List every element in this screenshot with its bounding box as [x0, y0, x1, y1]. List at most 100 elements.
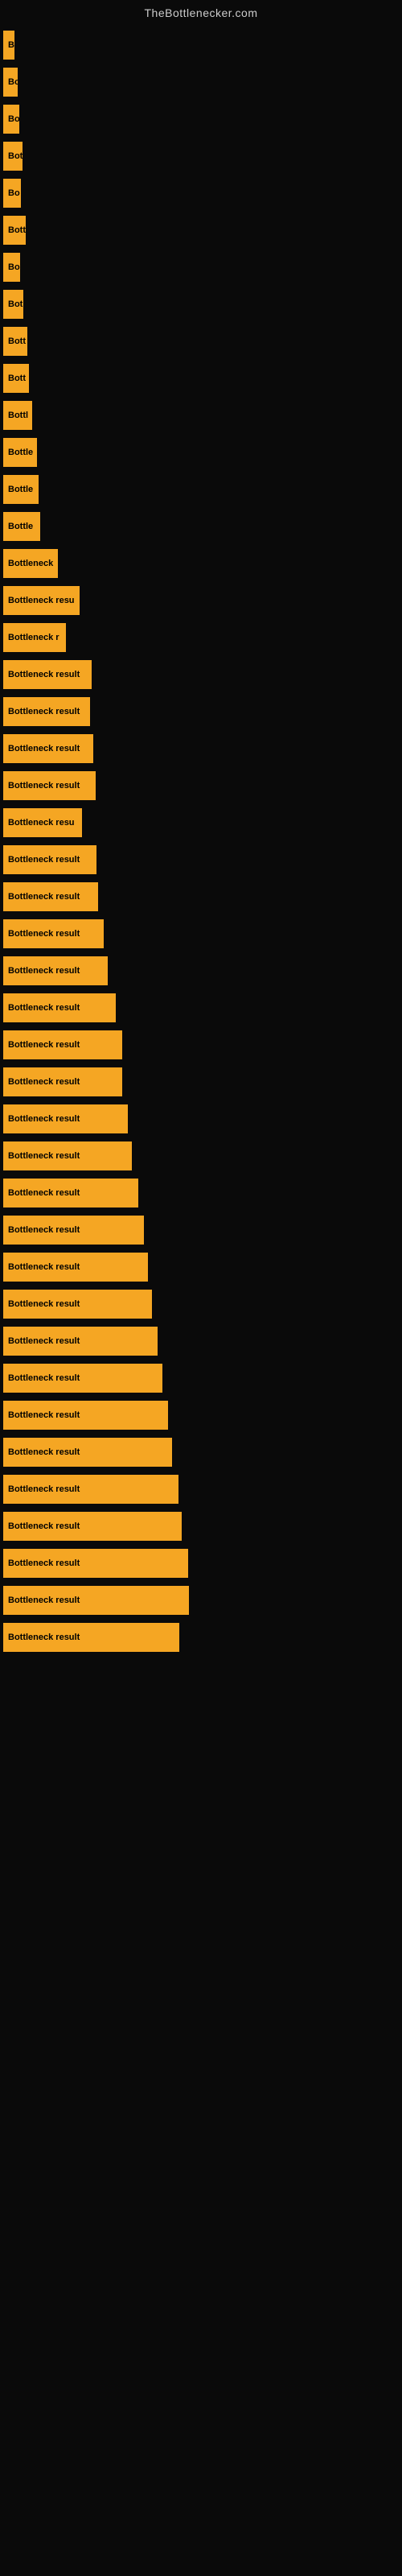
bar-row: Bo: [3, 179, 402, 208]
bar-label: Bottleneck result: [6, 1447, 81, 1457]
bar-label: Bottleneck result: [6, 855, 81, 865]
bar-row: Bottleneck result: [3, 956, 402, 985]
bar-item: Bottleneck result: [3, 1586, 189, 1615]
bar-item: Bottleneck result: [3, 993, 116, 1022]
bar-row: Bo: [3, 105, 402, 134]
bar-item: Bottleneck result: [3, 1475, 178, 1504]
bar-row: Bottleneck resu: [3, 586, 402, 615]
bar-row: Bot: [3, 290, 402, 319]
bar-row: Bottleneck result: [3, 1216, 402, 1245]
bar-item: Bottleneck result: [3, 919, 104, 948]
bar-row: B: [3, 31, 402, 60]
bar-item: Bottleneck result: [3, 697, 90, 726]
bar-row: Bottleneck result: [3, 1141, 402, 1170]
bar-label: Bottleneck r: [6, 633, 61, 642]
bar-item: Bott: [3, 327, 27, 356]
bar-item: Bottleneck result: [3, 771, 96, 800]
bar-label: Bottleneck result: [6, 781, 81, 791]
bar-label: Bottleneck result: [6, 929, 81, 939]
bar-item: Bottleneck result: [3, 956, 108, 985]
bar-label: Bot: [6, 151, 23, 161]
bar-item: Bottle: [3, 438, 37, 467]
site-title: TheBottlenecker.com: [0, 0, 402, 23]
bar-label: Bott: [6, 225, 26, 235]
bar-row: Bottleneck result: [3, 993, 402, 1022]
bar-item: Bottleneck r: [3, 623, 66, 652]
bar-label: Bottl: [6, 411, 30, 420]
bar-label: Bottle: [6, 448, 35, 457]
bar-label: Bottleneck result: [6, 1003, 81, 1013]
bar-label: B: [6, 40, 14, 50]
bar-item: Bottleneck result: [3, 1216, 144, 1245]
bar-row: Bott: [3, 327, 402, 356]
bar-label: Bottleneck: [6, 559, 55, 568]
bar-item: Bottleneck result: [3, 1253, 148, 1282]
bar-row: Bottleneck result: [3, 1253, 402, 1282]
bar-label: Bottleneck result: [6, 1484, 81, 1494]
bar-label: Bottle: [6, 522, 35, 531]
bar-item: Bottle: [3, 475, 39, 504]
bar-item: Bottl: [3, 401, 32, 430]
bar-label: Bottleneck result: [6, 1040, 81, 1050]
bar-row: Bottleneck result: [3, 1401, 402, 1430]
bar-item: Bo: [3, 68, 18, 97]
bar-label: Bottleneck result: [6, 1299, 81, 1309]
bar-label: Bottleneck result: [6, 966, 81, 976]
bar-label: Bo: [6, 188, 21, 198]
bar-label: Bottleneck result: [6, 1521, 81, 1531]
bar-row: Bottleneck result: [3, 734, 402, 763]
bar-label: Bottleneck result: [6, 1596, 81, 1605]
bar-row: Bottleneck result: [3, 845, 402, 874]
bar-row: Bottleneck result: [3, 1364, 402, 1393]
bar-label: Bottleneck result: [6, 1373, 81, 1383]
bar-row: Bottleneck result: [3, 1327, 402, 1356]
bar-row: Bottleneck result: [3, 1623, 402, 1652]
bar-label: Bottleneck result: [6, 892, 81, 902]
bar-row: Bott: [3, 216, 402, 245]
bar-label: Bottleneck result: [6, 1151, 81, 1161]
bar-row: Bo: [3, 68, 402, 97]
bar-item: Bottleneck result: [3, 1290, 152, 1319]
bar-row: Bottleneck: [3, 549, 402, 578]
bar-item: Bo: [3, 253, 20, 282]
bar-row: Bottle: [3, 475, 402, 504]
bar-label: Bottleneck result: [6, 1188, 81, 1198]
bar-label: Bottleneck result: [6, 707, 81, 716]
bar-label: Bottleneck resu: [6, 596, 76, 605]
bar-row: Bot: [3, 142, 402, 171]
bar-item: Bottleneck result: [3, 1327, 158, 1356]
bar-item: Bottleneck result: [3, 1549, 188, 1578]
bar-row: Bottleneck result: [3, 1549, 402, 1578]
bar-label: Bottleneck result: [6, 1558, 81, 1568]
bar-item: Bottleneck result: [3, 1623, 179, 1652]
bar-row: Bottleneck result: [3, 1030, 402, 1059]
bar-label: Bottleneck result: [6, 1633, 81, 1642]
bar-item: Bo: [3, 179, 21, 208]
bar-item: Bottleneck result: [3, 660, 92, 689]
bar-item: Bottleneck result: [3, 1104, 128, 1133]
bar-label: Bottleneck result: [6, 1336, 81, 1346]
bar-row: Bottleneck result: [3, 1179, 402, 1208]
bar-row: Bottleneck result: [3, 919, 402, 948]
bar-label: Bottleneck result: [6, 1262, 81, 1272]
bar-item: Bottleneck result: [3, 1067, 122, 1096]
bar-item: Bo: [3, 105, 19, 134]
bar-item: Bott: [3, 364, 29, 393]
bar-label: Bottleneck result: [6, 1114, 81, 1124]
bar-label: Bott: [6, 336, 27, 346]
bar-item: Bot: [3, 142, 23, 171]
bar-label: Bottleneck result: [6, 670, 81, 679]
bar-item: Bottleneck result: [3, 1364, 162, 1393]
bar-item: Bottleneck result: [3, 1141, 132, 1170]
bar-label: Bo: [6, 77, 18, 87]
bar-label: Bott: [6, 374, 27, 383]
bar-row: Bottleneck result: [3, 882, 402, 911]
bar-row: Bottleneck result: [3, 771, 402, 800]
bar-row: Bottleneck result: [3, 1104, 402, 1133]
bar-item: Bottleneck result: [3, 882, 98, 911]
bar-item: Bottleneck result: [3, 1512, 182, 1541]
bar-row: Bottl: [3, 401, 402, 430]
bar-label: Bottleneck resu: [6, 818, 76, 828]
bar-row: Bottle: [3, 438, 402, 467]
bar-item: Bottleneck result: [3, 1030, 122, 1059]
